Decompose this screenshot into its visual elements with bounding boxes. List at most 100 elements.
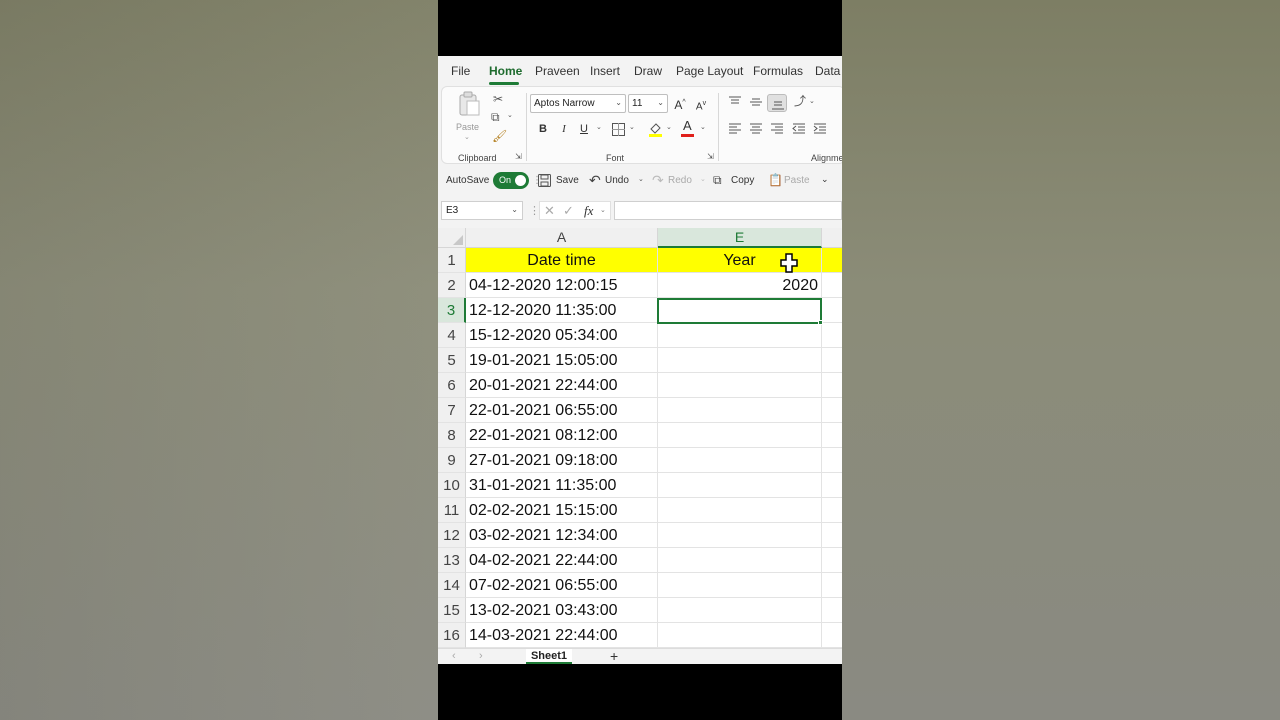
increase-indent-icon[interactable] — [813, 123, 827, 135]
cell-f13[interactable] — [822, 548, 842, 573]
cell-f1[interactable] — [822, 248, 842, 273]
select-all-button[interactable] — [438, 228, 466, 248]
cut-icon[interactable]: ✂ — [493, 93, 503, 105]
chevron-down-icon[interactable]: ⌄ — [700, 124, 706, 131]
cell-e16[interactable] — [658, 623, 822, 648]
copy-button[interactable]: ⧉ Copy — [713, 172, 757, 190]
format-painter-icon[interactable]: 🖌 — [492, 130, 507, 142]
cell-f3[interactable] — [822, 298, 842, 323]
enter-icon[interactable]: ✓ — [563, 203, 574, 219]
tab-data[interactable]: Data — [815, 64, 840, 78]
tab-page-layout[interactable]: Page Layout — [676, 64, 743, 78]
dialog-launcher-icon[interactable]: ⇲ — [515, 153, 522, 161]
increase-font-size-icon[interactable]: A^ — [671, 95, 689, 112]
cell-a10[interactable]: 31-01-2021 11:35:00 — [466, 473, 658, 498]
cell-e12[interactable] — [658, 523, 822, 548]
row-header[interactable]: 15 — [438, 598, 466, 623]
font-size-dropdown[interactable]: 11 ⌄ — [628, 94, 668, 113]
customize-qat-icon[interactable]: ⌄ — [821, 174, 829, 185]
cell-e4[interactable] — [658, 323, 822, 348]
cell-f9[interactable] — [822, 448, 842, 473]
cell-e8[interactable] — [658, 423, 822, 448]
cell-a13[interactable]: 04-02-2021 22:44:00 — [466, 548, 658, 573]
cell-a16[interactable]: 14-03-2021 22:44:00 — [466, 623, 658, 648]
qat-paste-button[interactable]: 📋 Paste — [768, 172, 812, 190]
chevron-down-icon[interactable]: ⌄ — [507, 112, 513, 119]
cell-f7[interactable] — [822, 398, 842, 423]
scroll-left-icon[interactable]: ‹ — [452, 650, 456, 662]
orientation-icon[interactable]: ⤴ — [794, 95, 806, 107]
cell-f2[interactable] — [822, 273, 842, 298]
cell-e5[interactable] — [658, 348, 822, 373]
row-header[interactable]: 6 — [438, 373, 466, 398]
row-header[interactable]: 11 — [438, 498, 466, 523]
cell-f14[interactable] — [822, 573, 842, 598]
autosave-toggle[interactable]: On — [493, 172, 529, 189]
row-header[interactable]: 16 — [438, 623, 466, 648]
cell-e11[interactable] — [658, 498, 822, 523]
sheet-tab-sheet1[interactable]: Sheet1 — [526, 649, 572, 664]
tab-home[interactable]: Home — [489, 64, 522, 78]
cell-a5[interactable]: 19-01-2021 15:05:00 — [466, 348, 658, 373]
cell-e14[interactable] — [658, 573, 822, 598]
cell-a3[interactable]: 12-12-2020 11:35:00 — [466, 298, 658, 323]
cell-a8[interactable]: 22-01-2021 08:12:00 — [466, 423, 658, 448]
row-header[interactable]: 5 — [438, 348, 466, 373]
row-header[interactable]: 1 — [438, 248, 466, 273]
tab-formulas[interactable]: Formulas — [753, 64, 803, 78]
tab-file[interactable]: File — [451, 64, 470, 78]
middle-align-icon[interactable] — [749, 96, 763, 108]
cell-f10[interactable] — [822, 473, 842, 498]
cell-e10[interactable] — [658, 473, 822, 498]
cell-f15[interactable] — [822, 598, 842, 623]
chevron-down-icon[interactable]: ⌄ — [596, 124, 602, 131]
row-header[interactable]: 4 — [438, 323, 466, 348]
decrease-font-size-icon[interactable]: Av — [692, 96, 710, 112]
cell-e15[interactable] — [658, 598, 822, 623]
chevron-down-icon[interactable]: ⌄ — [809, 98, 815, 105]
italic-button[interactable]: I — [555, 121, 573, 137]
cell-a15[interactable]: 13-02-2021 03:43:00 — [466, 598, 658, 623]
row-header[interactable]: 12 — [438, 523, 466, 548]
cell-a12[interactable]: 03-02-2021 12:34:00 — [466, 523, 658, 548]
dialog-launcher-icon[interactable]: ⇲ — [707, 153, 714, 161]
cell-f8[interactable] — [822, 423, 842, 448]
cell-f4[interactable] — [822, 323, 842, 348]
fill-color-icon[interactable] — [648, 121, 663, 137]
name-box[interactable]: E3 ⌄ — [441, 201, 523, 220]
tab-insert[interactable]: Insert — [590, 64, 620, 78]
cell-a11[interactable]: 02-02-2021 15:15:00 — [466, 498, 658, 523]
underline-button[interactable]: U — [575, 121, 593, 137]
cell-f12[interactable] — [822, 523, 842, 548]
row-header-selected[interactable]: 3 — [438, 298, 466, 323]
cancel-icon[interactable]: ✕ — [544, 203, 555, 219]
save-button[interactable]: Save — [538, 172, 579, 190]
row-header[interactable]: 8 — [438, 423, 466, 448]
row-header[interactable]: 14 — [438, 573, 466, 598]
column-header-partial[interactable] — [822, 228, 842, 248]
cell-f6[interactable] — [822, 373, 842, 398]
font-name-dropdown[interactable]: Aptos Narrow ⌄ — [530, 94, 626, 113]
tab-draw[interactable]: Draw — [634, 64, 662, 78]
cell-f5[interactable] — [822, 348, 842, 373]
cell-a7[interactable]: 22-01-2021 06:55:00 — [466, 398, 658, 423]
column-header-a[interactable]: A — [466, 228, 658, 248]
chevron-down-icon[interactable]: ⌄ — [629, 124, 635, 131]
cell-e9[interactable] — [658, 448, 822, 473]
font-color-icon[interactable]: A — [683, 118, 692, 133]
chevron-down-icon[interactable]: ⌄ — [600, 206, 606, 214]
cell-e7[interactable] — [658, 398, 822, 423]
fill-handle[interactable] — [818, 320, 823, 325]
paste-button[interactable]: Paste ⌄ — [456, 91, 482, 141]
cell-a9[interactable]: 27-01-2021 09:18:00 — [466, 448, 658, 473]
row-header[interactable]: 7 — [438, 398, 466, 423]
cell-f16[interactable] — [822, 623, 842, 648]
scroll-right-icon[interactable]: › — [479, 650, 483, 662]
tab-praveen[interactable]: Praveen — [535, 64, 580, 78]
cell-f11[interactable] — [822, 498, 842, 523]
cell-a4[interactable]: 15-12-2020 05:34:00 — [466, 323, 658, 348]
align-left-icon[interactable] — [728, 123, 742, 135]
cell-a1[interactable]: Date time — [466, 248, 658, 273]
decrease-indent-icon[interactable] — [792, 123, 806, 135]
top-align-icon[interactable] — [728, 96, 742, 108]
